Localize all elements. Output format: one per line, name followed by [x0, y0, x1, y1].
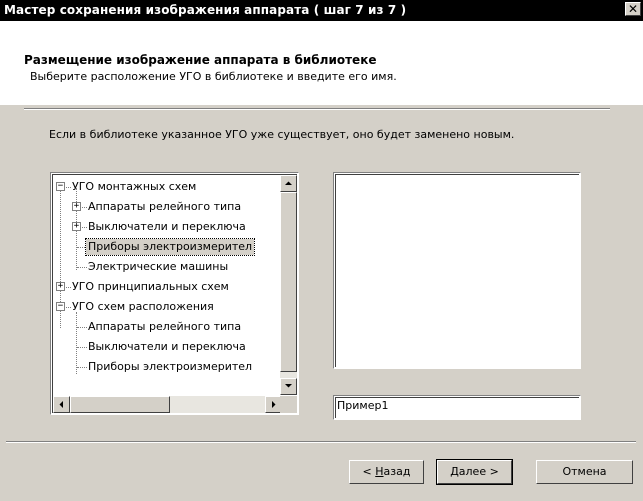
tree-node-label: Приборы электроизмерител — [88, 360, 253, 373]
step-title: Размещение изображение аппарата в библио… — [24, 53, 377, 67]
expand-icon[interactable]: + — [72, 222, 81, 231]
tree-node-label: Приборы электроизмерител — [84, 238, 256, 256]
symbol-name-input[interactable] — [337, 399, 557, 412]
arrow-right-icon — [272, 401, 276, 408]
back-button-hotkey: Н — [375, 465, 384, 478]
tree-node-label: УГО схем расположения — [72, 300, 214, 313]
symbol-preview — [333, 172, 581, 369]
tree-node-label: Аппараты релейного типа — [88, 200, 242, 213]
tree-node-label: УГО принципиальных схем — [72, 280, 229, 293]
cancel-button[interactable]: Отмена — [536, 460, 633, 484]
wizard-dialog: Мастер сохранения изображения аппарата (… — [0, 0, 643, 501]
library-tree[interactable]: − УГО монтажных схем + Аппараты релейног… — [50, 172, 299, 415]
expand-icon[interactable]: + — [72, 202, 81, 211]
back-button-prefix: < — [362, 465, 376, 478]
window-title: Мастер сохранения изображения аппарата (… — [4, 3, 407, 17]
tree-node-label: Электрические машины — [88, 260, 229, 273]
wizard-header: Размещение изображение аппарата в библио… — [0, 21, 643, 105]
back-button-label: азад — [383, 465, 411, 478]
tree-node-label: УГО монтажных схем — [72, 180, 197, 193]
step-subtitle: Выберите расположение УГО в библиотеке и… — [30, 70, 397, 83]
scroll-thumb[interactable] — [280, 192, 297, 372]
tree-node-label: Аппараты релейного типа — [88, 320, 242, 333]
collapse-icon[interactable]: − — [56, 182, 65, 191]
tree-line — [76, 312, 77, 374]
tree-horizontal-scrollbar[interactable] — [53, 396, 282, 413]
next-button[interactable]: Далее > — [436, 459, 513, 485]
scroll-down-button[interactable] — [280, 378, 297, 395]
title-bar[interactable]: Мастер сохранения изображения аппарата (… — [0, 0, 643, 21]
arrow-up-icon — [285, 181, 292, 185]
footer-divider — [6, 441, 636, 443]
collapse-icon[interactable]: − — [56, 302, 65, 311]
arrow-left-icon — [59, 401, 63, 408]
arrow-down-icon — [285, 384, 292, 388]
tree-vertical-scrollbar[interactable] — [280, 175, 297, 395]
scroll-thumb[interactable] — [70, 396, 170, 413]
tree-node-label: Выключатели и переключа — [88, 220, 246, 233]
next-button-label: Далее > — [450, 465, 499, 478]
cancel-button-label: Отмена — [562, 465, 607, 478]
tree-content: − УГО монтажных схем + Аппараты релейног… — [53, 175, 282, 395]
scroll-corner — [280, 396, 297, 413]
close-button[interactable]: ✕ — [625, 2, 641, 16]
info-text: Если в библиотеке указанное УГО уже суще… — [49, 128, 515, 141]
scroll-left-button[interactable] — [53, 396, 70, 413]
symbol-name-field[interactable] — [333, 395, 581, 420]
tree-node-label: Выключатели и переключа — [88, 340, 246, 353]
header-divider — [24, 108, 610, 110]
scroll-up-button[interactable] — [280, 175, 297, 192]
close-icon: ✕ — [627, 2, 639, 16]
back-button[interactable]: < Назад — [349, 460, 424, 484]
expand-icon[interactable]: + — [56, 282, 65, 291]
